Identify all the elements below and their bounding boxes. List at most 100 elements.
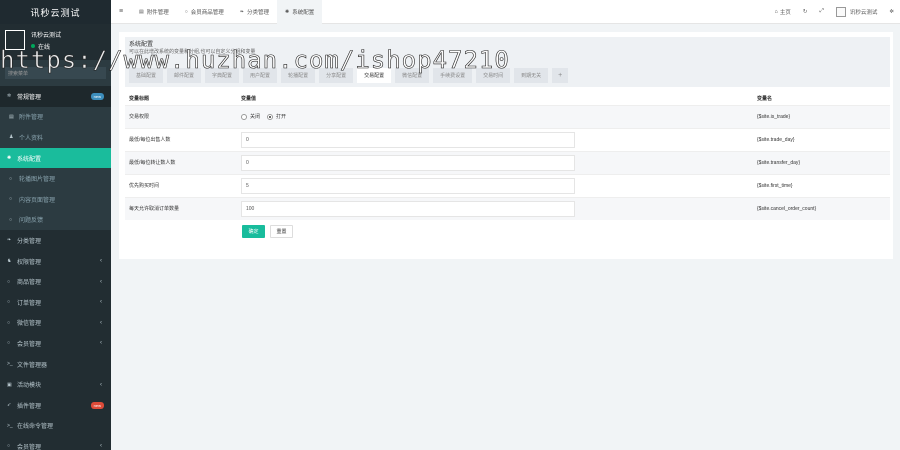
row-value: 0 [237,150,753,174]
rocket-icon: ➶ [7,402,12,409]
new-badge: new [90,92,104,100]
page-title: 系统配置 [129,42,154,48]
sidebar-item-banner[interactable]: ○ 轮播图片管理 [0,168,111,189]
cogs-icon: ✲ [7,93,12,100]
settings-button[interactable]: ✲ [883,9,900,15]
tab-fee[interactable]: 手续费设置 [433,68,473,83]
home-icon: ⌂ [774,8,778,15]
first-time-input[interactable]: 5 [241,177,575,194]
tab-member-goods[interactable]: ○ 会员商品管理 [177,0,232,24]
row-title: 最低/每位转让数人数 [125,150,237,174]
sidebar-item-command[interactable]: >_ 在线命令管理 [0,416,111,437]
row-name: {$site.is_trade} [753,104,890,128]
row-name: {$site.cancel_order_count} [753,196,890,220]
radio-off[interactable] [241,113,247,120]
cogs-icon: ✲ [889,8,894,15]
sidebar-item-profile[interactable]: ♟ 个人资料 [0,127,111,148]
trade-day-input[interactable]: 0 [241,131,575,148]
tab-trade-time[interactable]: 交易时间 [476,68,511,83]
sidebar-item-activity[interactable]: ▣ 活动模块 ‹ [0,374,111,395]
chevron-left-icon: ‹ [100,381,102,388]
menu-toggle-icon[interactable]: ≡ [111,8,131,15]
sidebar-item-attachments[interactable]: ▤ 附件管理 [0,106,111,128]
config-table: 变量标题 变量值 变量名 交易权限 关闭 打开 {$site.is_trade}… [125,93,890,220]
tab-banner[interactable]: 轮播配置 [281,68,316,83]
online-dot-icon [31,44,35,48]
transfer-day-input[interactable]: 0 [241,154,575,171]
main-content: 系统配置 可以在此增改系统的变量和分组,也可以自定义分组和变量 基础配置 邮件配… [119,32,893,259]
tab-user[interactable]: 用户配置 [243,68,278,83]
confirm-button[interactable]: 确定 [242,225,265,238]
leaf-icon: ❧ [239,8,244,15]
tab-expiry[interactable]: 到期无关 [514,68,549,83]
column-header: 变量值 [241,96,257,103]
refresh-icon: ↻ [802,8,808,15]
sidebar-item-plugins[interactable]: ➶ 插件管理 new [0,395,111,416]
tab-wechat[interactable]: 微信配置 [395,68,430,83]
tab-config[interactable]: ✺ 系统配置 [277,0,323,24]
table-row: 优先购买时间 5 {$site.first_time} [125,173,890,197]
row-value: 关闭 打开 [237,104,753,128]
row-value: 5 [237,173,753,197]
circle-icon: ○ [7,319,11,326]
sidebar-item-category[interactable]: ❧ 分类管理 [0,230,111,251]
sidebar-item-config[interactable]: ✺ 系统配置 [0,147,111,169]
fullscreen-button[interactable]: ⤢ [813,8,829,15]
chevron-left-icon: ‹ [100,299,102,306]
add-tab-button[interactable]: + [552,68,569,83]
tab-trade[interactable]: 交易配置 [357,68,392,83]
chevron-left-icon: ‹ [100,443,102,450]
tab-email[interactable]: 邮件配置 [167,68,202,83]
tab-dictionary[interactable]: 字典配置 [205,68,240,83]
table-row: 最低/每位转让数人数 0 {$site.transfer_day} [125,150,890,174]
sidebar-item-members-2[interactable]: ○ 会员管理 ‹ [0,436,111,450]
cancel-count-input[interactable]: 100 [241,200,575,217]
table-row: 交易权限 关闭 打开 {$site.is_trade} [125,104,890,128]
refresh-button[interactable]: ↻ [797,9,814,15]
tab-share[interactable]: 分享配置 [319,68,354,83]
group-icon: ♞ [7,258,12,265]
home-link[interactable]: ⌂ 主页 [769,8,797,16]
sidebar-item-goods[interactable]: ○ 商品管理 ‹ [0,271,111,292]
circle-icon: ○ [7,340,11,347]
user-status: 在线 [31,42,61,51]
row-name: {$site.transfer_day} [753,150,890,174]
row-title: 最低/每位出售人数 [125,127,237,151]
cubes-icon: ▣ [7,381,12,388]
chevron-left-icon: ‹ [100,258,102,265]
leaf-icon: ❧ [7,237,12,244]
tab-category[interactable]: ❧ 分类管理 [232,0,277,24]
row-title: 每天允许取消订单数量 [125,196,237,220]
column-header: 变量名 [757,96,773,103]
user-panel: 讯秒云测试 在线 [0,24,111,56]
sidebar-item-auth[interactable]: ♞ 权限管理 ‹ [0,251,111,272]
sidebar-item-filemanager[interactable]: >_ 文件管理器 [0,354,111,375]
sidebar-item-pages[interactable]: ○ 内容页面管理 [0,188,111,210]
file-icon: ▤ [139,8,144,15]
search-input[interactable]: 搜索菜单 [5,67,106,79]
sidebar-menu: ✲ 常规管理 new ▤ 附件管理 ♟ 个人资料 ✺ 系统配置 ○ 轮播图片管理 ○ 内容页面… [0,86,111,450]
circle-icon: ○ [7,299,11,306]
app-logo[interactable]: 讯秒云测试 [0,0,111,24]
terminal-icon: >_ [7,361,13,368]
table-row: 每天允许取消订单数量 100 {$site.cancel_order_count… [125,196,890,220]
user-menu[interactable]: 讯秒云测试 [830,6,884,17]
row-value: 100 [237,196,753,220]
sidebar-item-orders[interactable]: ○ 订单管理 ‹ [0,292,111,313]
circle-icon: ○ [9,196,13,203]
sidebar-item-feedback[interactable]: ○ 问题反馈 [0,209,111,231]
sidebar-item-wechat[interactable]: ○ 微信管理 ‹ [0,313,111,334]
reset-button[interactable]: 重置 [270,225,293,238]
sidebar-item-members[interactable]: ○ 会员管理 ‹ [0,333,111,354]
tab-attachments[interactable]: ▤ 附件管理 [131,0,177,24]
chevron-left-icon: ‹ [100,319,102,326]
row-value: 0 [237,127,753,151]
row-name: {$site.trade_day} [753,127,890,151]
user-icon: ♟ [9,134,14,141]
circle-icon: ○ [184,8,188,15]
tab-basic[interactable]: 基础配置 [129,68,164,83]
sidebar-item-general[interactable]: ✲ 常规管理 new [0,86,111,107]
radio-on[interactable] [267,113,274,120]
circle-icon: ○ [9,216,13,223]
row-title: 优先购买时间 [125,173,237,197]
